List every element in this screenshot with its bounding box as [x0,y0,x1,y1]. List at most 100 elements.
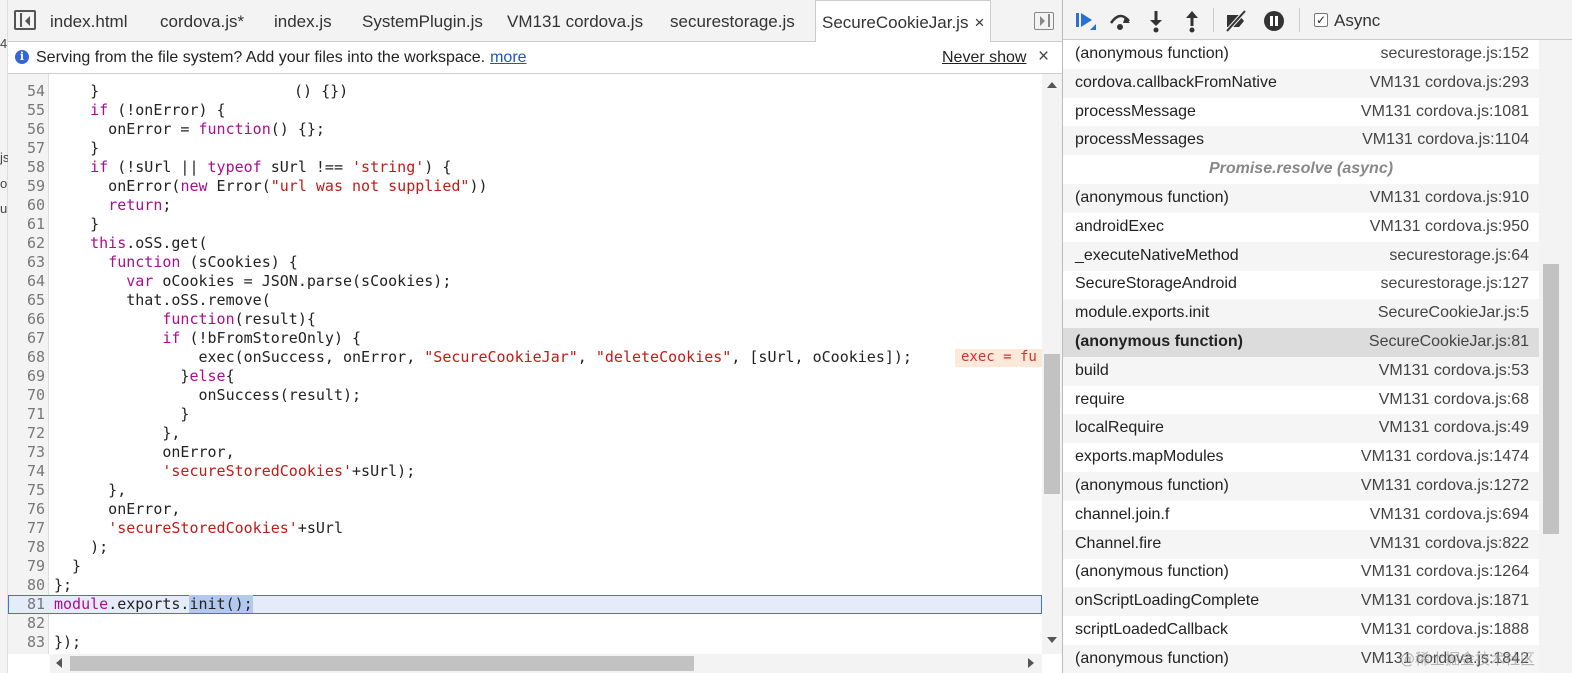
step-into-icon[interactable] [1143,8,1169,34]
editor-vertical-scrollbar[interactable] [1042,74,1062,654]
call-frame[interactable]: onScriptLoadingComplete VM131 cordova.js:… [1063,587,1539,616]
call-frame[interactable]: build VM131 cordova.js:53 [1063,357,1539,386]
line-number[interactable]: 75 [8,481,45,500]
line-number[interactable]: 63 [8,253,45,272]
tab-index-js[interactable]: index.js [274,0,332,42]
tab-close-icon[interactable]: × [974,13,984,32]
line-number[interactable]: 59 [8,177,45,196]
code-line: 60 return; [8,196,1042,215]
scroll-left-icon[interactable] [56,658,62,668]
code-view[interactable]: () {}) 54 } 55 if (!onError) {56 onError … [8,74,1042,654]
line-number[interactable]: 71 [8,405,45,424]
call-frame[interactable]: (anonymous function) VM131 cordova.js:910 [1063,184,1539,213]
code-text: onSuccess(result); [54,386,362,404]
step-out-icon[interactable] [1179,8,1205,34]
line-number[interactable]: 60 [8,196,45,215]
async-checkbox[interactable]: ✓ [1314,13,1328,27]
toolbar-separator [1299,8,1300,32]
line-number[interactable]: 78 [8,538,45,557]
debugger-toggle-icon[interactable] [1034,12,1054,30]
code-line: 59 onError(new Error("url was not suppli… [8,177,1042,196]
line-number[interactable]: 81 [8,595,45,614]
line-number[interactable]: 72 [8,424,45,443]
scroll-thumb[interactable] [1044,354,1060,494]
line-number[interactable]: 55 [8,101,45,120]
line-number[interactable]: 61 [8,215,45,234]
frame-function-name: processMessage [1075,103,1196,120]
line-number[interactable]: 77 [8,519,45,538]
call-frame[interactable]: processMessage VM131 cordova.js:1081 [1063,98,1539,127]
more-link[interactable]: more [490,49,526,66]
line-number[interactable]: 70 [8,386,45,405]
line-number[interactable]: 73 [8,443,45,462]
editor-horizontal-scrollbar[interactable] [50,654,1042,673]
frame-function-name: processMessages [1075,131,1204,148]
call-frame[interactable]: scriptLoadedCallback VM131 cordova.js:188… [1063,616,1539,645]
scroll-down-icon[interactable] [1047,637,1057,643]
call-frame[interactable]: cordova.callbackFromNative VM131 cordova.… [1063,69,1539,98]
step-over-icon[interactable] [1107,8,1133,34]
pause-on-exceptions-icon[interactable] [1261,8,1287,34]
call-frame[interactable]: (anonymous function) VM131 cordova.js:127… [1063,472,1539,501]
frame-location: VM131 cordova.js:694 [1369,506,1529,523]
info-icon: i [15,50,29,64]
scroll-up-icon[interactable] [1047,82,1057,88]
line-number[interactable]: 74 [8,462,45,481]
line-number[interactable]: 76 [8,500,45,519]
frame-function-name: scriptLoadedCallback [1075,621,1228,638]
code-text: exec(onSuccess, onError, "SecureCookieJa… [54,348,912,366]
code-line: 55 if (!onError) { [8,101,1042,120]
line-number[interactable]: 57 [8,139,45,158]
line-number[interactable]: 68 [8,348,45,367]
line-number[interactable]: 62 [8,234,45,253]
tab-label: SystemPlugin.js [362,12,483,31]
never-show-link[interactable]: Never show [942,49,1026,67]
call-frame[interactable]: (anonymous function) VM131 cordova.js:126… [1063,558,1539,587]
code-line: 54 } [8,82,1042,101]
line-number[interactable]: 69 [8,367,45,386]
line-number[interactable]: 54 [8,82,45,101]
scroll-thumb[interactable] [1543,264,1559,534]
navigator-toggle-icon[interactable] [14,10,36,30]
call-frame[interactable]: (anonymous function) securestorage.js:152 [1063,40,1539,69]
line-number[interactable]: 82 [8,614,45,633]
editor-tabbar: index.html cordova.js* index.js SystemPl… [8,0,1062,43]
tab-index-html[interactable]: index.html [50,0,127,42]
code-line: 75 }, [8,481,1042,500]
line-number[interactable]: 80 [8,576,45,595]
tab-cordova-js[interactable]: cordova.js* [160,0,244,42]
frame-function-name: (anonymous function) [1075,45,1229,62]
line-number[interactable]: 83 [8,633,45,652]
call-frame[interactable]: _executeNativeMethod securestorage.js:64 [1063,242,1539,271]
tab-securestorage-js[interactable]: securestorage.js [670,0,795,42]
call-frame[interactable]: exports.mapModules VM131 cordova.js:1474 [1063,443,1539,472]
call-frame[interactable]: Channel.fire VM131 cordova.js:822 [1063,530,1539,559]
line-number[interactable]: 64 [8,272,45,291]
resume-icon[interactable] [1073,8,1099,34]
scroll-thumb[interactable] [70,656,694,671]
infobar-close-icon[interactable]: × [1038,46,1049,68]
line-number[interactable]: 79 [8,557,45,576]
deactivate-breakpoints-icon[interactable] [1223,8,1249,34]
tab-systemplugin-js[interactable]: SystemPlugin.js [362,0,483,42]
line-number[interactable]: 66 [8,310,45,329]
tab-securecookiejar-js[interactable]: SecureCookieJar.js × [815,0,992,43]
line-number[interactable]: 65 [8,291,45,310]
call-frame[interactable]: localRequire VM131 cordova.js:49 [1063,414,1539,443]
call-frame[interactable]: androidExec VM131 cordova.js:950 [1063,213,1539,242]
call-frame[interactable]: require VM131 cordova.js:68 [1063,386,1539,415]
tab-vm131-cordova-js[interactable]: VM131 cordova.js [507,0,643,42]
line-number[interactable]: 84 [8,652,45,654]
call-frame[interactable]: channel.join.f VM131 cordova.js:694 [1063,501,1539,530]
call-frame[interactable]: SecureStorageAndroid securestorage.js:127 [1063,270,1539,299]
call-stack-scrollbar[interactable] [1539,40,1572,673]
line-number[interactable]: 58 [8,158,45,177]
code-line: 62 this.oSS.get( [8,234,1042,253]
line-number[interactable]: 56 [8,120,45,139]
call-frame-selected[interactable]: (anonymous function) SecureCookieJar.js:8… [1063,328,1539,357]
scroll-right-icon[interactable] [1028,658,1034,668]
call-frame[interactable]: module.exports.init SecureCookieJar.js:5 [1063,299,1539,328]
code-line: 72 }, [8,424,1042,443]
call-frame[interactable]: processMessages VM131 cordova.js:1104 [1063,126,1539,155]
line-number[interactable]: 67 [8,329,45,348]
